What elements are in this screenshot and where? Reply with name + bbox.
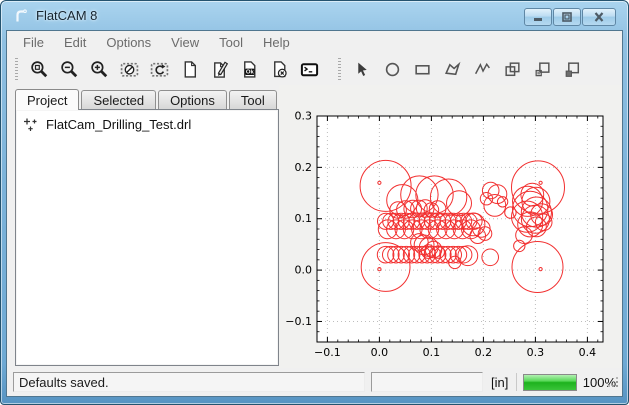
svg-text:0.4: 0.4	[578, 346, 596, 359]
close-icon	[591, 11, 607, 23]
app-window: FlatCAM 8 File Edit Options View Tool He…	[0, 0, 629, 405]
tab-selected[interactable]: Selected	[81, 90, 156, 109]
window-title: FlatCAM 8	[36, 8, 97, 23]
shell-icon	[300, 60, 319, 79]
svg-text:0.2: 0.2	[294, 161, 312, 174]
delete-object-button[interactable]	[264, 56, 294, 82]
tree-item-label: FlatCam_Drilling_Test.drl	[46, 117, 191, 132]
menu-view[interactable]: View	[161, 33, 209, 52]
drill-plot[interactable]: −0.1 0.0 0.1 0.2 0.3 0.4 −0.1 0.0 0.1 0.2 0.3	[279, 85, 629, 370]
clear-plot-button[interactable]	[114, 56, 144, 82]
move-tool-icon	[533, 60, 552, 79]
maximize-button[interactable]	[553, 8, 581, 26]
status-message: Defaults saved.	[19, 375, 109, 390]
svg-text:0.0: 0.0	[370, 346, 388, 359]
new-project-icon	[180, 60, 199, 79]
toolbar-drag-handle[interactable]	[15, 58, 18, 80]
progress-bar	[523, 374, 576, 391]
menu-help[interactable]: Help	[253, 33, 300, 52]
menu-tool[interactable]: Tool	[209, 33, 253, 52]
tree-item-drill-object[interactable]: FlatCam_Drilling_Test.drl	[20, 114, 274, 135]
rectangle-tool-button[interactable]	[407, 56, 437, 82]
zoom-fit-icon	[30, 60, 49, 79]
menu-edit[interactable]: Edit	[54, 33, 96, 52]
circle-tool-button[interactable]	[377, 56, 407, 82]
status-bar: Defaults saved. [in] 100%	[7, 368, 622, 396]
status-message-panel: Defaults saved.	[13, 372, 365, 392]
toolbar2-drag-handle[interactable]	[338, 58, 341, 80]
zoom-fit-button[interactable]	[24, 56, 54, 82]
title-bar[interactable]: FlatCAM 8	[1, 1, 628, 30]
zoom-in-icon	[90, 60, 109, 79]
select-tool-button[interactable]	[347, 56, 377, 82]
open-project-icon	[210, 60, 229, 79]
rectangle-tool-icon	[413, 60, 432, 79]
toolbar: Ok	[7, 53, 622, 85]
delete-object-icon	[270, 60, 289, 79]
svg-text:0.0: 0.0	[294, 264, 312, 277]
tab-project[interactable]: Project	[15, 89, 79, 110]
zoom-out-icon	[60, 60, 79, 79]
resize-grip[interactable]	[608, 375, 619, 393]
clear-plot-icon	[120, 60, 139, 79]
union-tool-icon	[503, 60, 522, 79]
path-tool-icon	[473, 60, 492, 79]
project-tree: FlatCam_Drilling_Test.drl	[15, 109, 279, 366]
status-field-2	[371, 372, 483, 392]
copy-tool-button[interactable]	[557, 56, 587, 82]
tab-tool[interactable]: Tool	[229, 90, 277, 109]
minimize-button[interactable]	[524, 8, 552, 26]
menu-bar: File Edit Options View Tool Help	[7, 31, 622, 53]
tab-options[interactable]: Options	[158, 90, 227, 109]
union-tool-button[interactable]	[497, 56, 527, 82]
select-tool-icon	[353, 60, 372, 79]
polygon-tool-icon	[443, 60, 462, 79]
circle-tool-icon	[383, 60, 402, 79]
minimize-icon	[530, 11, 546, 23]
svg-text:0.3: 0.3	[526, 346, 544, 359]
replot-icon	[150, 60, 169, 79]
svg-text:0.1: 0.1	[294, 212, 312, 225]
plot-canvas[interactable]: −0.1 0.0 0.1 0.2 0.3 0.4 −0.1 0.0 0.1 0.2 0.3	[279, 85, 622, 368]
copy-tool-icon	[563, 60, 582, 79]
path-tool-button[interactable]	[467, 56, 497, 82]
maximize-icon	[559, 11, 575, 23]
units-label: [in]	[489, 375, 510, 390]
svg-text:Ok: Ok	[245, 69, 254, 75]
progress-fill	[524, 375, 575, 390]
svg-text:0.3: 0.3	[294, 110, 312, 123]
menu-file[interactable]: File	[13, 33, 54, 52]
menu-options[interactable]: Options	[96, 33, 161, 52]
svg-text:0.1: 0.1	[422, 346, 440, 359]
polygon-tool-button[interactable]	[437, 56, 467, 82]
notebook-tabbar: Project Selected Options Tool	[15, 88, 279, 109]
save-defaults-icon: Ok	[240, 60, 259, 79]
replot-button[interactable]	[144, 56, 174, 82]
status-separator	[516, 373, 517, 391]
zoom-out-button[interactable]	[54, 56, 84, 82]
zoom-in-button[interactable]	[84, 56, 114, 82]
shell-button[interactable]	[294, 56, 324, 82]
svg-text:−0.1: −0.1	[314, 346, 341, 359]
flatcam-logo-icon	[12, 7, 29, 24]
move-tool-button[interactable]	[527, 56, 557, 82]
new-project-button[interactable]	[174, 56, 204, 82]
close-button[interactable]	[582, 8, 616, 26]
svg-text:−0.1: −0.1	[285, 315, 312, 328]
drill-object-icon	[22, 116, 39, 133]
open-project-button[interactable]	[204, 56, 234, 82]
save-defaults-button[interactable]: Ok	[234, 56, 264, 82]
svg-text:0.2: 0.2	[474, 346, 492, 359]
